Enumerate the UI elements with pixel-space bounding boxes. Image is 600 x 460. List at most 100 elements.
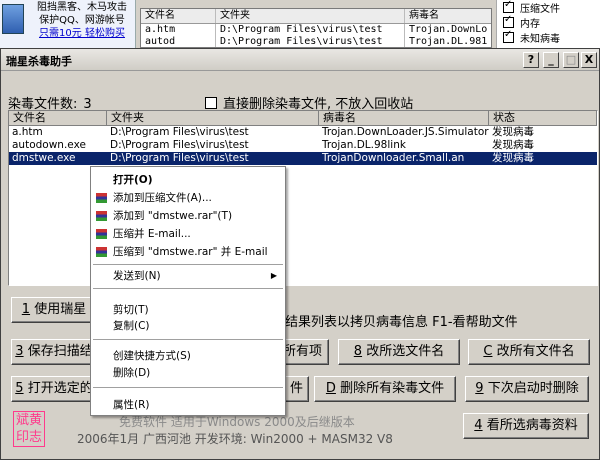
table-row-selected[interactable]: dmstwe.exe D:\Program Files\virus\test T… — [9, 152, 597, 165]
cell-filename: dmstwe.exe — [12, 152, 76, 164]
option-label: 压缩文件 — [520, 4, 560, 15]
menu-separator — [93, 387, 283, 389]
menu-item-compress-email[interactable]: 压缩并 E-mail... — [91, 225, 285, 243]
menu-item-send-to[interactable]: 发送到(N) ▶ — [91, 267, 285, 285]
menu-item-delete[interactable]: 删除(D) — [91, 364, 285, 382]
column-header[interactable]: 文件夹 — [216, 9, 405, 23]
open-selected-button[interactable]: 5 打开选定的 — [11, 376, 97, 402]
buy-link[interactable]: 只需10元 轻松购买 — [28, 27, 136, 40]
background-result-list: 文件名 文件夹 病毒名 a.htm D:\Program Files\virus… — [140, 8, 492, 48]
table-row[interactable]: autod D:\Program Files\virus\test Trojan… — [141, 36, 491, 47]
cell-folder: D:\Program Files\virus\test — [110, 139, 249, 151]
scan-options: 压缩文件 内存 未知病毒 — [496, 0, 600, 48]
minimize-button[interactable]: _ — [543, 52, 559, 68]
hotkey: 5 — [15, 381, 24, 396]
shield-icon — [2, 4, 24, 34]
cell-status: 发现病毒 — [492, 139, 534, 151]
cell-folder: D:\Program Files\virus\test — [110, 126, 249, 138]
option-memory[interactable]: 内存 — [497, 14, 600, 30]
checkbox[interactable] — [503, 29, 514, 43]
author-seal: 斌黄 印志 — [13, 411, 45, 447]
menu-item-open[interactable]: 打开(O) — [91, 171, 285, 189]
column-header-folder[interactable]: 文件夹 — [107, 111, 319, 125]
rar-icon — [96, 247, 107, 257]
window-title: 瑞星杀毒助手 — [6, 55, 72, 68]
hotkey: 8 — [353, 344, 363, 359]
ad-line: 保护QQ、网游帐号 — [39, 15, 125, 26]
menu-item-compress-rar-email[interactable]: 压缩到 "dmstwe.rar" 并 E-mail — [91, 243, 285, 261]
menu-item-add-archive[interactable]: 添加到压缩文件(A)... — [91, 189, 285, 207]
column-header-virus[interactable]: 病毒名 — [319, 111, 489, 125]
menu-item-add-to-rar[interactable]: 添加到 "dmstwe.rar"(T) — [91, 207, 285, 225]
button-label: 保存扫描结 — [23, 344, 93, 359]
rar-icon — [96, 229, 107, 239]
save-scan-button[interactable]: 3 保存扫描结 — [11, 339, 97, 365]
hotkey: 3 — [15, 344, 24, 359]
help-button[interactable]: ? — [523, 52, 539, 68]
context-menu: 打开(O) 添加到压缩文件(A)... 添加到 "dmstwe.rar"(T) … — [90, 166, 286, 416]
cell: autod — [141, 36, 216, 47]
menu-separator — [93, 339, 283, 341]
menu-item-create-shortcut[interactable]: 创建快捷方式(S) — [91, 347, 285, 365]
background-app: 阻挡黑客、木马攻击 保护QQ、网游帐号 只需10元 轻松购买 文件名 文件夹 病… — [0, 0, 600, 48]
rar-icon — [96, 193, 107, 203]
title-bar[interactable]: 瑞星杀毒助手 ? _ □ X — [1, 49, 599, 71]
button-label: 件 — [289, 381, 303, 396]
view-virus-info-button[interactable]: 4 看所选病毒资料 — [463, 413, 589, 439]
button-label: 删除所有染毒文件 — [335, 381, 445, 396]
cell-virus: TrojanDownloader.Small.an — [322, 152, 465, 164]
close-button[interactable]: X — [581, 52, 597, 68]
direct-delete-checkbox[interactable] — [205, 96, 217, 109]
ad-line: 阻挡黑客、木马攻击 — [37, 2, 127, 13]
menu-item-copy[interactable]: 复制(C) — [91, 317, 285, 335]
background-list-header: 文件名 文件夹 病毒名 — [141, 9, 491, 24]
button-label: 看所选病毒资料 — [482, 418, 578, 433]
button-label: 下次启动时删除 — [483, 381, 579, 396]
column-header-status[interactable]: 状态 — [489, 111, 597, 125]
button-label: 所有项 — [282, 344, 322, 359]
menu-separator — [93, 288, 283, 290]
table-row[interactable]: a.htm D:\Program Files\virus\test Trojan… — [9, 126, 597, 139]
delete-all-button[interactable]: D 删除所有染毒文件 — [314, 376, 456, 402]
column-header-filename[interactable]: 文件名 — [9, 111, 107, 125]
seal-line: 印志 — [15, 430, 42, 445]
menu-item-label: 压缩到 "dmstwe.rar" 并 E-mail — [113, 246, 268, 258]
cell-virus: Trojan.DL.98link — [322, 139, 406, 151]
maximize-button[interactable]: □ — [563, 52, 579, 68]
table-row[interactable]: autodown.exe D:\Program Files\virus\test… — [9, 139, 597, 152]
rename-all-button[interactable]: C 改所有文件名 — [468, 339, 590, 365]
rar-icon — [96, 211, 107, 221]
delete-on-boot-button[interactable]: 9 下次启动时删除 — [465, 376, 589, 402]
cell: Trojan.DL.981 — [409, 36, 488, 47]
option-compressed[interactable]: 压缩文件 — [497, 0, 600, 15]
menu-item-label: 发送到(N) — [113, 270, 161, 282]
checkbox[interactable] — [503, 14, 514, 28]
cell-filename: a.htm — [12, 126, 43, 138]
option-label: 未知病毒 — [520, 34, 560, 45]
list-header: 文件名 文件夹 病毒名 状态 — [9, 111, 597, 126]
table-row[interactable]: a.htm D:\Program Files\virus\test Trojan… — [141, 24, 491, 36]
cell-filename: autodown.exe — [12, 139, 86, 151]
cell: D:\Program Files\virus\test — [216, 36, 405, 47]
use-rising-button[interactable]: 1 使用瑞星 — [11, 297, 97, 323]
submenu-arrow-icon: ▶ — [270, 271, 277, 280]
hotkey: 1 — [21, 302, 31, 317]
column-header[interactable]: 文件名 — [141, 9, 216, 23]
column-header[interactable]: 病毒名 — [405, 9, 491, 23]
cell-folder: D:\Program Files\virus\test — [110, 152, 249, 164]
menu-item-properties[interactable]: 属性(R) — [91, 396, 285, 414]
help-hint: 查杀结果列表以拷贝病毒信息 F1-看帮助文件 — [259, 315, 518, 330]
option-unknown[interactable]: 未知病毒 — [497, 29, 600, 45]
menu-separator — [93, 264, 283, 266]
hotkey: 9 — [475, 381, 484, 396]
menu-item-label: 压缩并 E-mail... — [113, 228, 191, 240]
hotkey: 4 — [474, 418, 483, 433]
button-label: 改所有文件名 — [492, 344, 575, 359]
cell-virus: Trojan.DownLoader.JS.Simulator — [322, 126, 489, 138]
rename-selected-button[interactable]: 8 改所选文件名 — [338, 339, 460, 365]
option-label: 内存 — [520, 19, 540, 30]
cell-status: 发现病毒 — [492, 126, 534, 138]
checkbox[interactable] — [503, 0, 514, 13]
cell: D:\Program Files\virus\test — [216, 24, 405, 36]
button-label: 使用瑞星 — [30, 302, 87, 317]
